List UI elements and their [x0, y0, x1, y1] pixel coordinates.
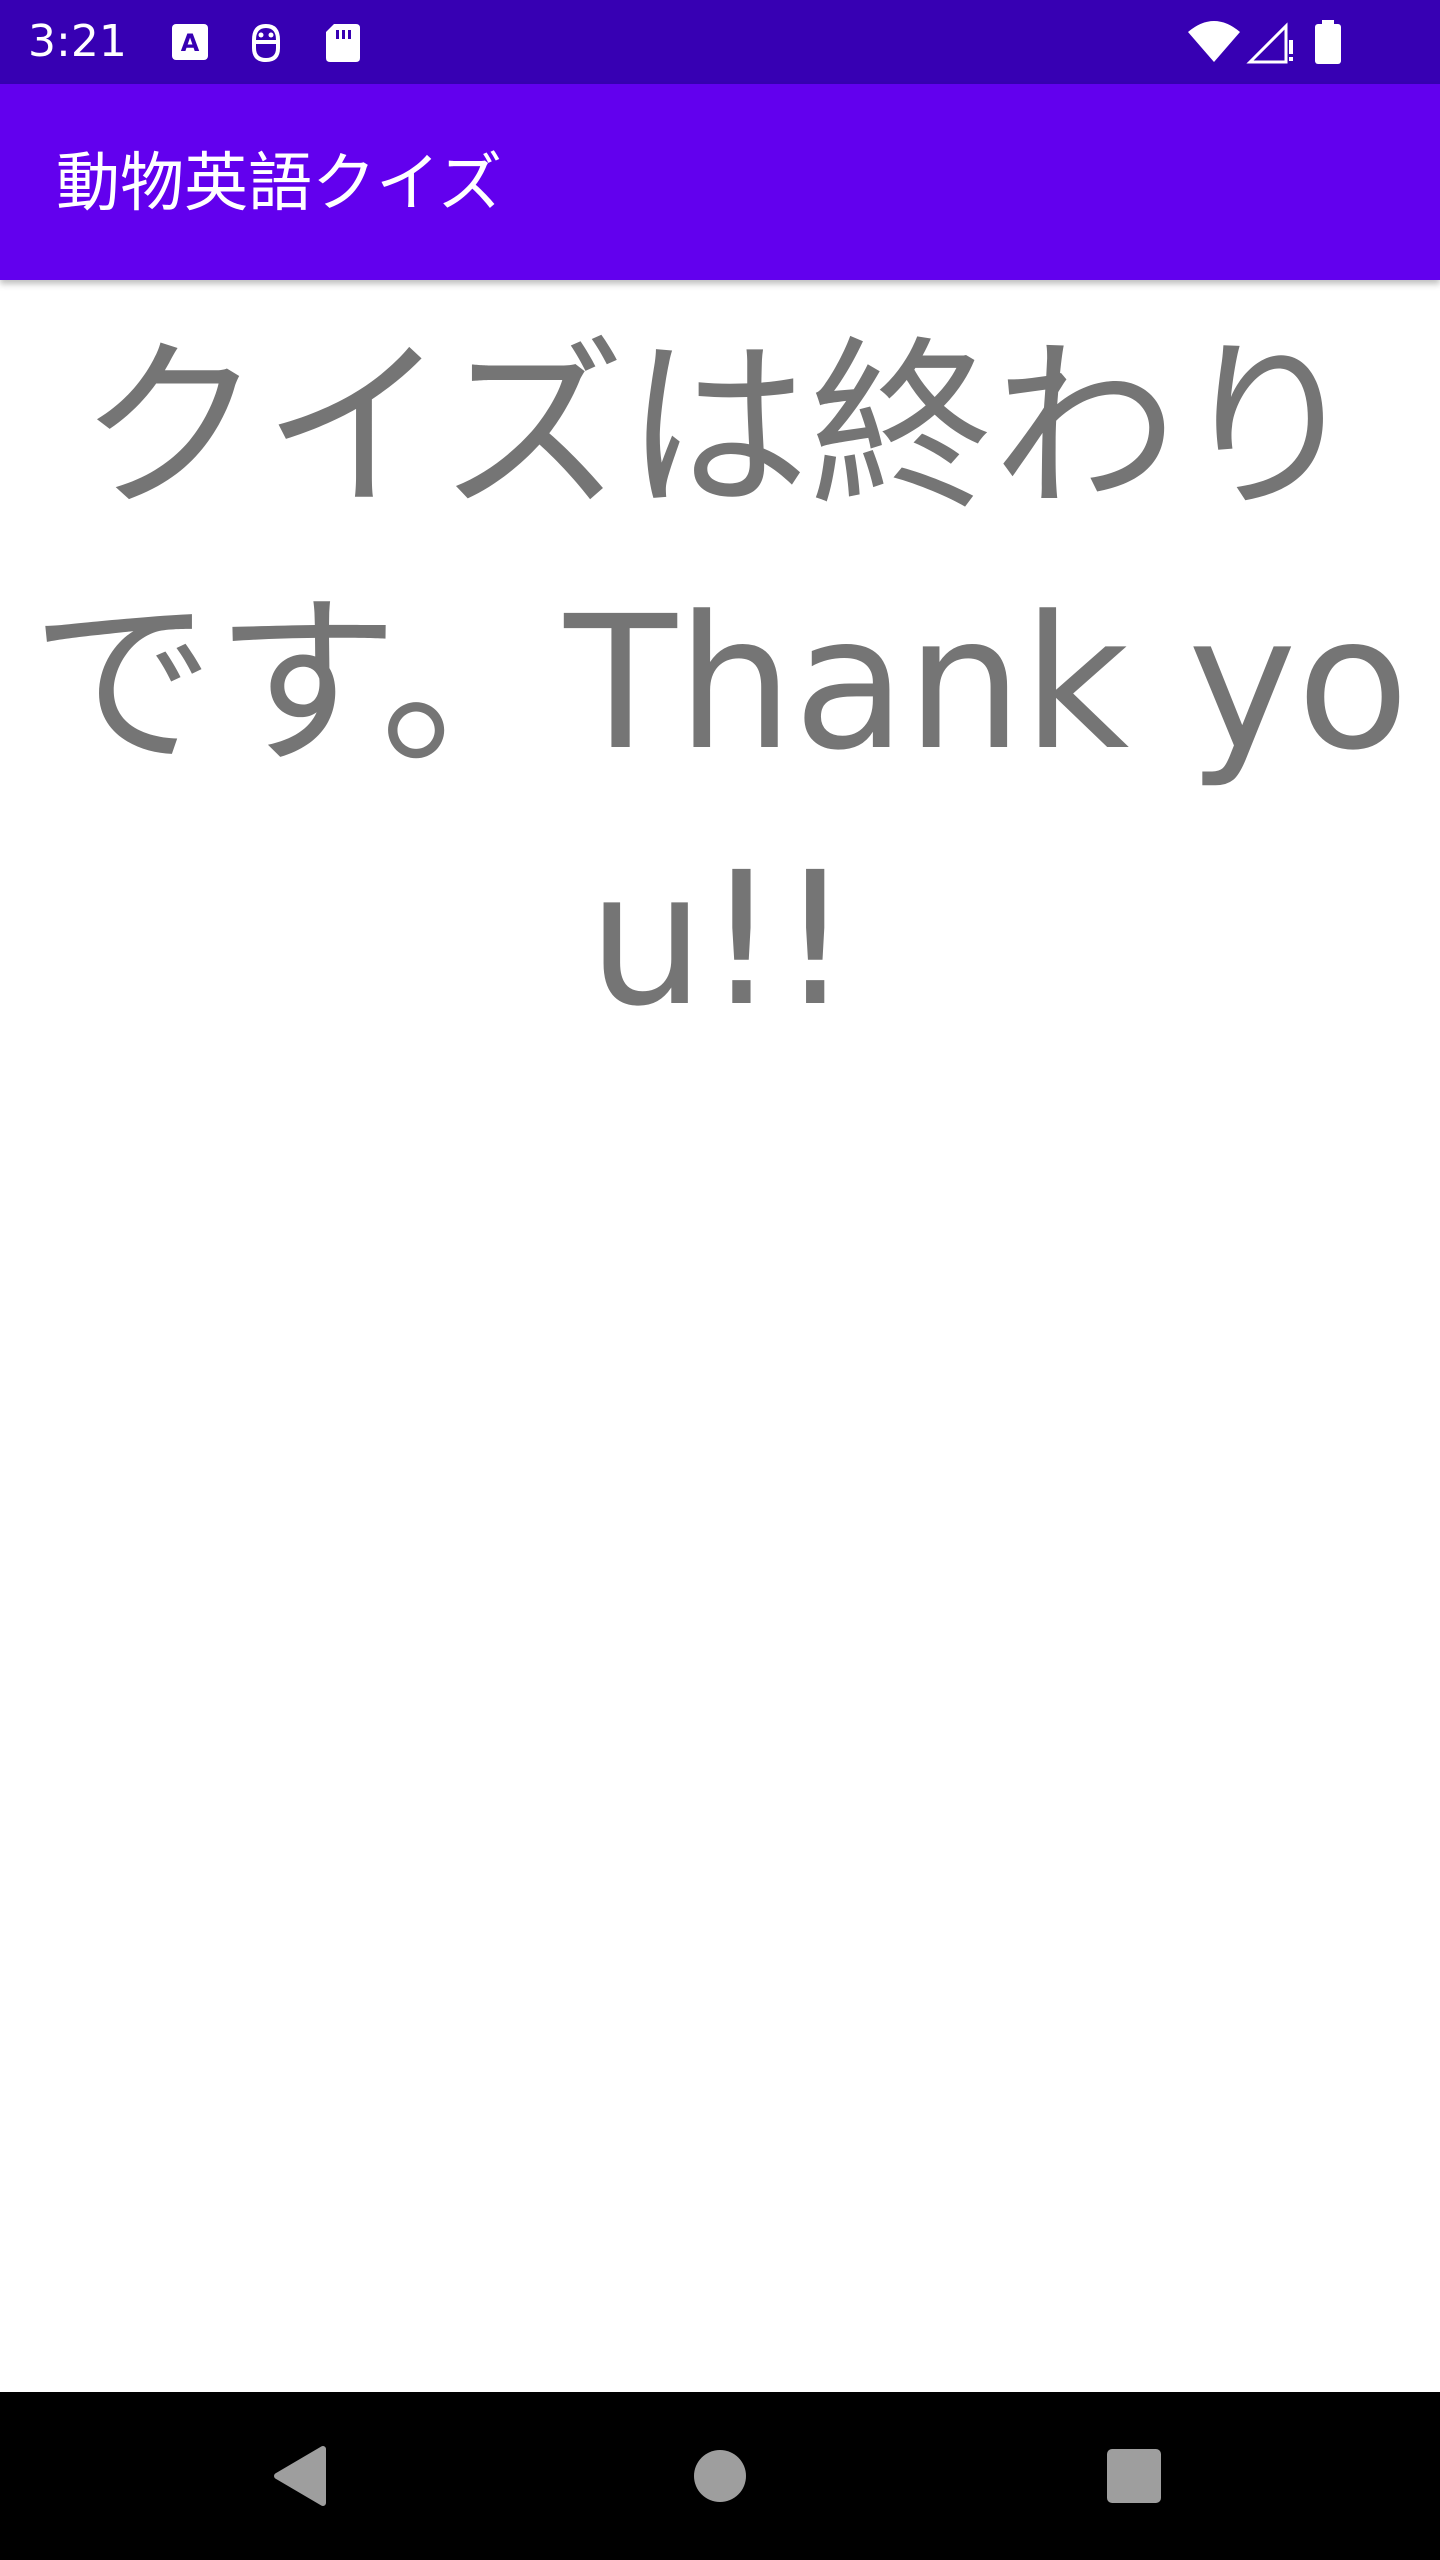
wifi-icon — [1186, 18, 1242, 66]
android-debug-icon — [242, 18, 290, 66]
back-icon — [274, 2446, 326, 2506]
recents-icon — [1107, 2449, 1161, 2503]
quiz-end-message: クイズは終わりです。Thank you!! — [30, 321, 1410, 1047]
navigation-bar — [0, 2392, 1440, 2560]
home-icon — [694, 2450, 746, 2502]
svg-text:A: A — [181, 29, 200, 57]
back-button[interactable] — [250, 2426, 350, 2526]
main-content: クイズは終わりです。Thank you!! — [0, 280, 1440, 2390]
status-bar: 3:21 A — [0, 0, 1440, 84]
status-time: 3:21 — [28, 16, 127, 67]
recents-button[interactable] — [1084, 2426, 1184, 2526]
font-a-icon: A — [166, 18, 214, 66]
app-bar: 動物英語クイズ — [0, 84, 1440, 280]
battery-icon — [1310, 18, 1346, 66]
sd-card-icon — [318, 18, 366, 66]
cell-signal-icon — [1246, 18, 1296, 66]
home-button[interactable] — [670, 2426, 770, 2526]
app-title: 動物英語クイズ — [56, 147, 503, 221]
